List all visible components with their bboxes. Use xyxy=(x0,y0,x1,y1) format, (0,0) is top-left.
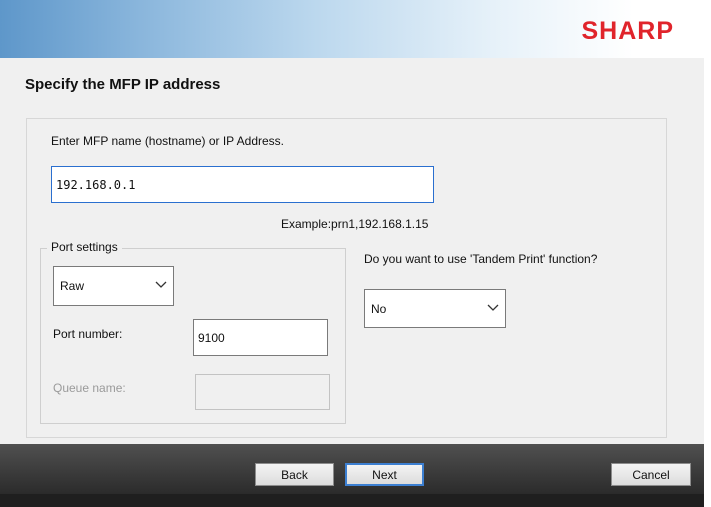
address-input[interactable]: 192.168.0.1 xyxy=(51,166,434,203)
button-bar: Back Next Cancel xyxy=(0,444,704,494)
protocol-select[interactable]: Raw xyxy=(53,266,174,306)
queue-name-label: Queue name: xyxy=(53,381,126,395)
window-edge xyxy=(704,0,711,507)
cancel-button[interactable]: Cancel xyxy=(611,463,691,486)
installer-window: SHARP Specify the MFP IP address Enter M… xyxy=(0,0,704,507)
port-number-value: 9100 xyxy=(198,330,225,345)
address-input-value: 192.168.0.1 xyxy=(56,177,136,192)
tandem-print-select[interactable]: No xyxy=(364,289,506,328)
header-banner: SHARP xyxy=(0,0,704,58)
address-example: Example:prn1,192.168.1.15 xyxy=(281,217,429,231)
address-label: Enter MFP name (hostname) or IP Address. xyxy=(51,134,284,148)
port-number-label: Port number: xyxy=(53,327,123,341)
footer-edge xyxy=(0,494,704,507)
back-button[interactable]: Back xyxy=(255,463,334,486)
port-number-input[interactable]: 9100 xyxy=(193,319,328,356)
port-settings-label: Port settings xyxy=(47,240,122,254)
queue-name-input[interactable] xyxy=(195,374,330,410)
chevron-down-icon xyxy=(155,281,167,288)
sharp-logo: SHARP xyxy=(581,17,674,45)
tandem-print-select-value: No xyxy=(371,301,387,316)
tandem-print-question: Do you want to use 'Tandem Print' functi… xyxy=(364,252,598,266)
protocol-select-value: Raw xyxy=(60,279,85,293)
page-title: Specify the MFP IP address xyxy=(25,76,221,93)
next-button[interactable]: Next xyxy=(345,463,424,486)
chevron-down-icon xyxy=(487,304,499,311)
